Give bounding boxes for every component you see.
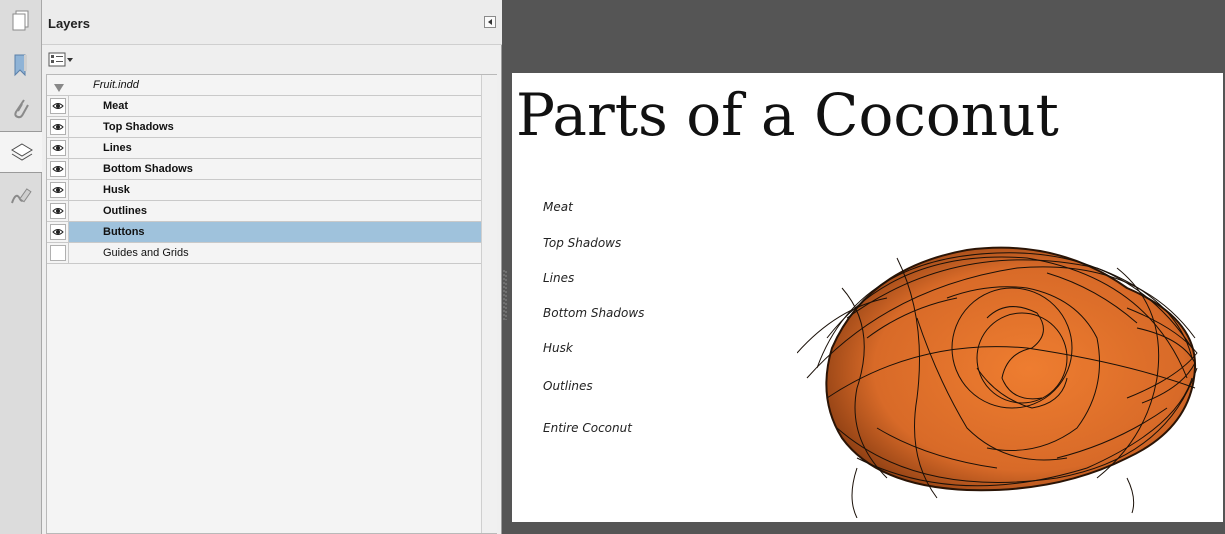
eye-icon (52, 124, 64, 130)
eye-icon (52, 103, 64, 109)
doc-button-entire-coconut[interactable]: Entire Coconut (543, 421, 632, 435)
options-menu-icon (48, 52, 73, 67)
layer-row-guides-and-grids[interactable]: Guides and Grids (47, 243, 481, 264)
document-page: Parts of a Coconut Meat Top Shadows Line… (512, 73, 1223, 522)
eye-icon (52, 229, 64, 235)
layers-icon[interactable] (0, 131, 43, 173)
visibility-toggle[interactable] (50, 224, 66, 240)
doc-button-meat[interactable]: Meat (543, 200, 573, 214)
signature-icon[interactable] (0, 176, 42, 218)
visibility-toggle[interactable] (50, 140, 66, 156)
column-divider (68, 96, 69, 264)
layer-row-lines[interactable]: Lines (47, 138, 481, 159)
layers-panel: Layers Fruit.indd Meat Top Shadows Lines… (42, 0, 502, 534)
pages-icon[interactable] (0, 0, 42, 42)
layer-name: Lines (103, 142, 132, 154)
panel-header: Layers (42, 0, 502, 45)
collapse-panel-button[interactable] (484, 16, 496, 28)
bookmark-icon[interactable] (0, 44, 42, 86)
eye-icon (52, 166, 64, 172)
layer-name: Outlines (103, 205, 148, 217)
doc-button-bottom-shadows[interactable]: Bottom Shadows (543, 306, 644, 320)
visibility-toggle[interactable] (50, 161, 66, 177)
eye-icon (52, 208, 64, 214)
layer-name: Guides and Grids (103, 247, 189, 259)
layers-scrollbar[interactable] (481, 75, 497, 533)
layer-row-meat[interactable]: Meat (47, 96, 481, 117)
visibility-toggle[interactable] (50, 245, 66, 261)
doc-button-top-shadows[interactable]: Top Shadows (543, 236, 621, 250)
doc-button-outlines[interactable]: Outlines (543, 379, 593, 393)
panel-splitter[interactable] (502, 270, 508, 320)
eye-icon (52, 187, 64, 193)
visibility-toggle[interactable] (50, 119, 66, 135)
layer-name: Buttons (103, 226, 145, 238)
document-row[interactable]: Fruit.indd (47, 75, 481, 96)
layer-options-button[interactable] (48, 51, 74, 69)
doc-button-husk[interactable]: Husk (543, 341, 573, 355)
attachment-icon[interactable] (0, 88, 42, 130)
doc-button-lines[interactable]: Lines (543, 271, 574, 285)
chevron-left-icon (488, 19, 492, 25)
eye-icon (52, 145, 64, 151)
page-title: Parts of a Coconut (516, 81, 1059, 149)
layer-row-husk[interactable]: Husk (47, 180, 481, 201)
coconut-illustration (797, 246, 1198, 518)
layer-name: Bottom Shadows (103, 163, 193, 175)
layer-row-bottom-shadows[interactable]: Bottom Shadows (47, 159, 481, 180)
document-name: Fruit.indd (93, 79, 139, 91)
layers-list: Fruit.indd Meat Top Shadows Lines Bottom… (46, 74, 497, 534)
layer-row-buttons[interactable]: Buttons (47, 222, 481, 243)
navigation-rail (0, 0, 43, 534)
layer-name: Top Shadows (103, 121, 174, 133)
layer-name: Husk (103, 184, 130, 196)
layer-row-top-shadows[interactable]: Top Shadows (47, 117, 481, 138)
visibility-toggle[interactable] (50, 203, 66, 219)
layer-row-outlines[interactable]: Outlines (47, 201, 481, 222)
layer-name: Meat (103, 100, 129, 112)
visibility-toggle[interactable] (50, 182, 66, 198)
visibility-toggle[interactable] (50, 98, 66, 114)
panel-title: Layers (48, 16, 90, 31)
